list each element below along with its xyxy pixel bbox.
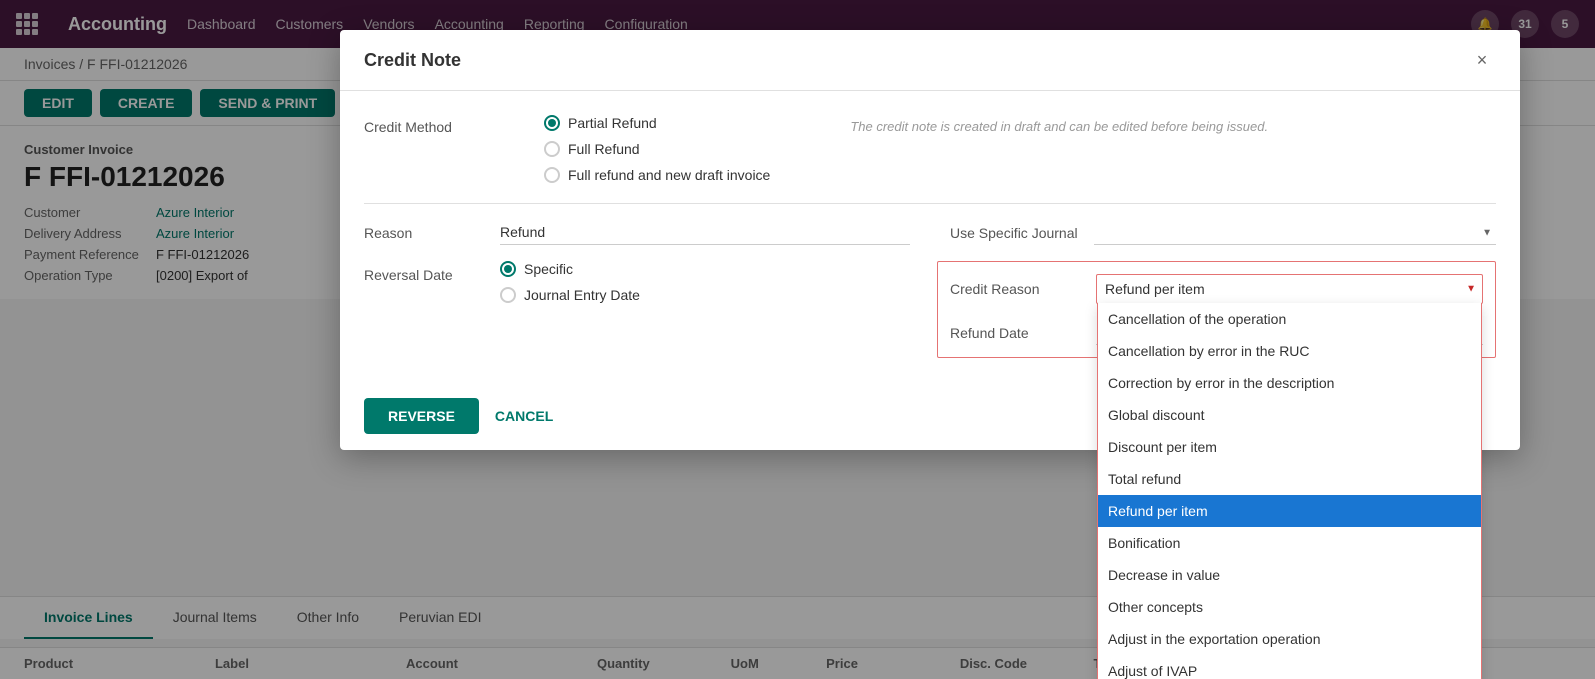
credit-method-radio-group: Partial Refund Full Refund Full refund a… [544, 115, 770, 183]
credit-reason-row: Credit Reason Refund per item ▼ Cancella… [950, 274, 1483, 304]
cancel-button[interactable]: CANCEL [495, 398, 553, 434]
modal-body: Credit Method Partial Refund Full Refund… [340, 91, 1520, 382]
credit-reason-dropdown: Cancellation of the operation Cancellati… [1097, 303, 1482, 679]
dropdown-item-11[interactable]: Adjust of IVAP [1098, 655, 1481, 679]
dropdown-item-3[interactable]: Global discount [1098, 399, 1481, 431]
reason-journal-row: Reason Use Specific Journal ▼ [364, 220, 1496, 245]
dropdown-item-1[interactable]: Cancellation by error in the RUC [1098, 335, 1481, 367]
radio-full-refund-draft-dot [544, 167, 560, 183]
reason-input[interactable] [500, 220, 910, 245]
radio-journal-entry-dot [500, 287, 516, 303]
radio-full-refund-draft-label: Full refund and new draft invoice [568, 167, 770, 183]
radio-partial-refund-dot [544, 115, 560, 131]
radio-partial-refund[interactable]: Partial Refund [544, 115, 770, 131]
radio-specific-label: Specific [524, 261, 573, 277]
dropdown-item-5[interactable]: Total refund [1098, 463, 1481, 495]
reversal-radio-group: Specific Journal Entry Date [500, 261, 640, 303]
dropdown-item-8[interactable]: Decrease in value [1098, 559, 1481, 591]
radio-specific[interactable]: Specific [500, 261, 640, 277]
credit-note-modal: Credit Note × Credit Method Partial Refu… [340, 30, 1520, 450]
dropdown-item-0[interactable]: Cancellation of the operation [1098, 303, 1481, 335]
radio-full-refund-draft[interactable]: Full refund and new draft invoice [544, 167, 770, 183]
credit-reason-panel: Credit Reason Refund per item ▼ Cancella… [937, 261, 1496, 358]
radio-partial-refund-label: Partial Refund [568, 115, 657, 131]
radio-full-refund-label: Full Refund [568, 141, 640, 157]
reversal-date-section: Reversal Date Specific Journal Entry Dat… [364, 261, 897, 358]
use-journal-select-container: ▼ [1094, 220, 1496, 245]
refund-date-label: Refund Date [950, 325, 1080, 341]
dropdown-item-6[interactable]: Refund per item [1098, 495, 1481, 527]
modal-close-button[interactable]: × [1468, 46, 1496, 74]
radio-journal-entry-date[interactable]: Journal Entry Date [500, 287, 640, 303]
reason-field: Reason [364, 220, 910, 245]
reverse-button[interactable]: REVERSE [364, 398, 479, 434]
radio-full-refund[interactable]: Full Refund [544, 141, 770, 157]
reversal-credit-row: Reversal Date Specific Journal Entry Dat… [364, 261, 1496, 358]
reversal-date-label: Reversal Date [364, 261, 484, 283]
use-journal-label: Use Specific Journal [950, 225, 1078, 241]
use-journal-field: Use Specific Journal ▼ [950, 220, 1496, 245]
radio-specific-dot [500, 261, 516, 277]
dropdown-item-9[interactable]: Other concepts [1098, 591, 1481, 623]
hint-text: The credit note is created in draft and … [850, 115, 1268, 183]
modal-header: Credit Note × [340, 30, 1520, 91]
radio-journal-entry-label: Journal Entry Date [524, 287, 640, 303]
use-journal-select[interactable] [1094, 220, 1496, 245]
credit-reason-label: Credit Reason [950, 281, 1080, 297]
dropdown-item-2[interactable]: Correction by error in the description [1098, 367, 1481, 399]
credit-reason-select[interactable]: Refund per item [1097, 275, 1482, 303]
credit-method-label: Credit Method [364, 115, 504, 183]
dropdown-item-4[interactable]: Discount per item [1098, 431, 1481, 463]
modal-title: Credit Note [364, 50, 461, 71]
credit-method-section: Credit Method Partial Refund Full Refund… [364, 115, 1496, 183]
credit-reason-select-wrapper: Refund per item ▼ Cancellation of the op… [1096, 274, 1483, 304]
radio-full-refund-dot [544, 141, 560, 157]
dropdown-item-7[interactable]: Bonification [1098, 527, 1481, 559]
dropdown-item-10[interactable]: Adjust in the exportation operation [1098, 623, 1481, 655]
reason-label: Reason [364, 225, 484, 241]
